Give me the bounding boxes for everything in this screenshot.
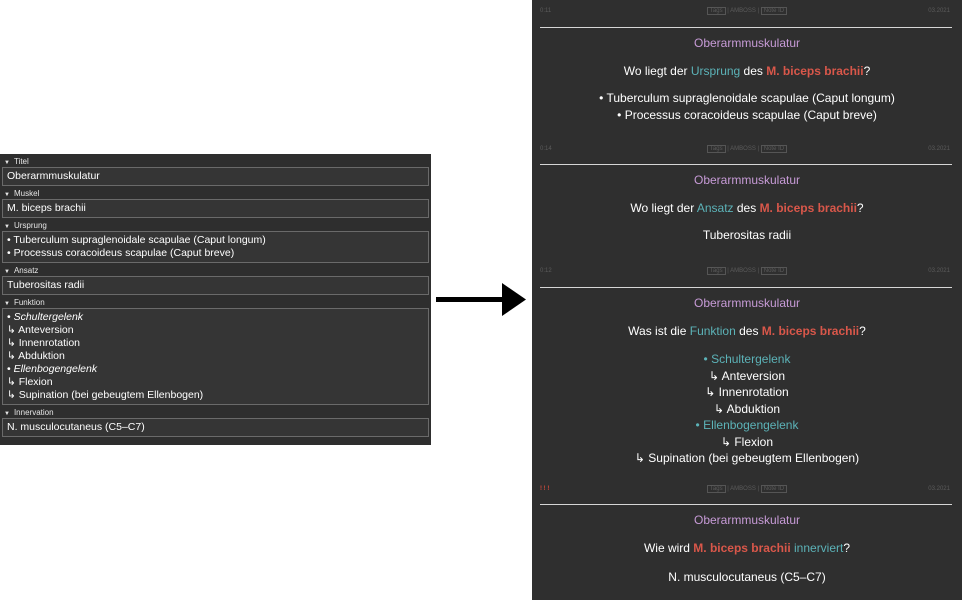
date-label: 03.2021 [928,486,950,492]
card-funktion: 0:12 Tags | AMBOSS | Note ID 03.2021 Obe… [532,266,962,467]
card-title: Oberarmmuskulatur [693,513,801,527]
tags-link[interactable]: Tags [706,145,726,153]
card-title: Oberarmmuskulatur [693,296,801,310]
date-label: 03.2021 [928,146,950,152]
card-ansatz: 0:14 Tags | AMBOSS | Note ID 03.2021 Obe… [532,144,962,244]
card-meta-bar: 0:11 Tags | AMBOSS | Note ID 03.2021 [540,7,950,15]
card-answer-line: ↳ Innenrotation [705,385,789,399]
field-input-ursprung[interactable]: • Tuberculum supraglenoidale scapulae (C… [2,231,429,263]
card-meta-bar: 0:14 Tags | AMBOSS | Note ID 03.2021 [540,145,950,153]
note-id-link[interactable]: Note ID [760,267,788,275]
field-label-titel[interactable]: ▼ Titel [0,157,431,167]
card-answer-line: • Processus coracoideus scapulae (Caput … [617,107,877,122]
collapse-triangle-icon[interactable]: ▼ [4,301,10,307]
card-question: Wo liegt der Ansatz des M. biceps brachi… [630,201,864,215]
note-id-link[interactable]: Note ID [760,485,788,493]
card-title: Oberarmmuskulatur [693,36,801,50]
note-id-link[interactable]: Note ID [760,145,788,153]
card-answer-line: ↳ Flexion [720,434,774,449]
card-answer-line: • Tuberculum supraglenoidale scapulae (C… [599,91,895,105]
note-id-link[interactable]: Note ID [760,7,788,15]
card-innervation: ! ! ! Tags | AMBOSS | Note ID 03.2021 Ob… [532,484,962,586]
field-label-muskel[interactable]: ▼ Muskel [0,189,431,199]
tags-link[interactable]: Tags [706,485,726,493]
field-label-ansatz[interactable]: ▼ Ansatz [0,266,431,276]
field-label-funktion[interactable]: ▼ Funktion [0,298,431,308]
card-answer-line: • Schultergelenk [703,352,791,366]
field-input-titel[interactable]: Oberarmmuskulatur [2,167,429,186]
field-label-ursprung[interactable]: ▼ Ursprung [0,221,431,231]
card-question: Was ist die Funktion des M. biceps brach… [628,324,866,338]
card-answer-line: Tuberositas radii [702,228,792,242]
card-answer-line: ↳ Abduktion [713,401,781,416]
date-label: 03.2021 [928,268,950,274]
field-input-muskel[interactable]: M. biceps brachii [2,199,429,218]
date-label: 03.2021 [928,8,950,14]
field-input-ansatz[interactable]: Tuberositas radii [2,276,429,295]
card-answer-line: ↳ Anteversion [708,368,786,383]
card-ursprung: 0:11 Tags | AMBOSS | Note ID 03.2021 Obe… [532,6,962,123]
card-meta-bar: 0:12 Tags | AMBOSS | Note ID 03.2021 [540,267,950,275]
card-title: Oberarmmuskulatur [693,173,801,187]
tags-link[interactable]: Tags [706,7,726,15]
tags-link[interactable]: Tags [706,267,726,275]
source-label: AMBOSS [730,146,756,152]
collapse-triangle-icon[interactable]: ▼ [4,224,10,230]
card-question: Wie wird M. biceps brachii innerviert? [643,541,851,555]
source-label: AMBOSS [730,486,756,492]
right-arrow-icon [436,283,526,316]
field-input-innervation[interactable]: N. musculocutaneus (C5–C7) [2,418,429,437]
source-label: AMBOSS [730,8,756,14]
card-question: Wo liegt der Ursprung des M. biceps brac… [623,64,871,78]
card-preview-panel: 0:11 Tags | AMBOSS | Note ID 03.2021 Obe… [532,0,962,600]
field-input-funktion[interactable]: • Schultergelenk ↳ Anteversion ↳ Innenro… [2,308,429,405]
collapse-triangle-icon[interactable]: ▼ [4,192,10,198]
card-meta-bar: ! ! ! Tags | AMBOSS | Note ID 03.2021 [540,485,950,493]
card-answer-line: • Ellenbogengelenk [695,418,799,432]
card-answer-line: N. musculocutaneus (C5–C7) [668,570,826,584]
source-label: AMBOSS [730,268,756,274]
collapse-triangle-icon[interactable]: ▼ [4,160,10,166]
collapse-triangle-icon[interactable]: ▼ [4,411,10,417]
card-answer-line: ↳ Supination (bei gebeugtem Ellenbogen) [634,451,860,465]
note-editor: ▼ Titel Oberarmmuskulatur ▼ Muskel M. bice… [0,154,431,445]
field-label-innervation[interactable]: ▼ Innervation [0,408,431,418]
collapse-triangle-icon[interactable]: ▼ [4,269,10,275]
